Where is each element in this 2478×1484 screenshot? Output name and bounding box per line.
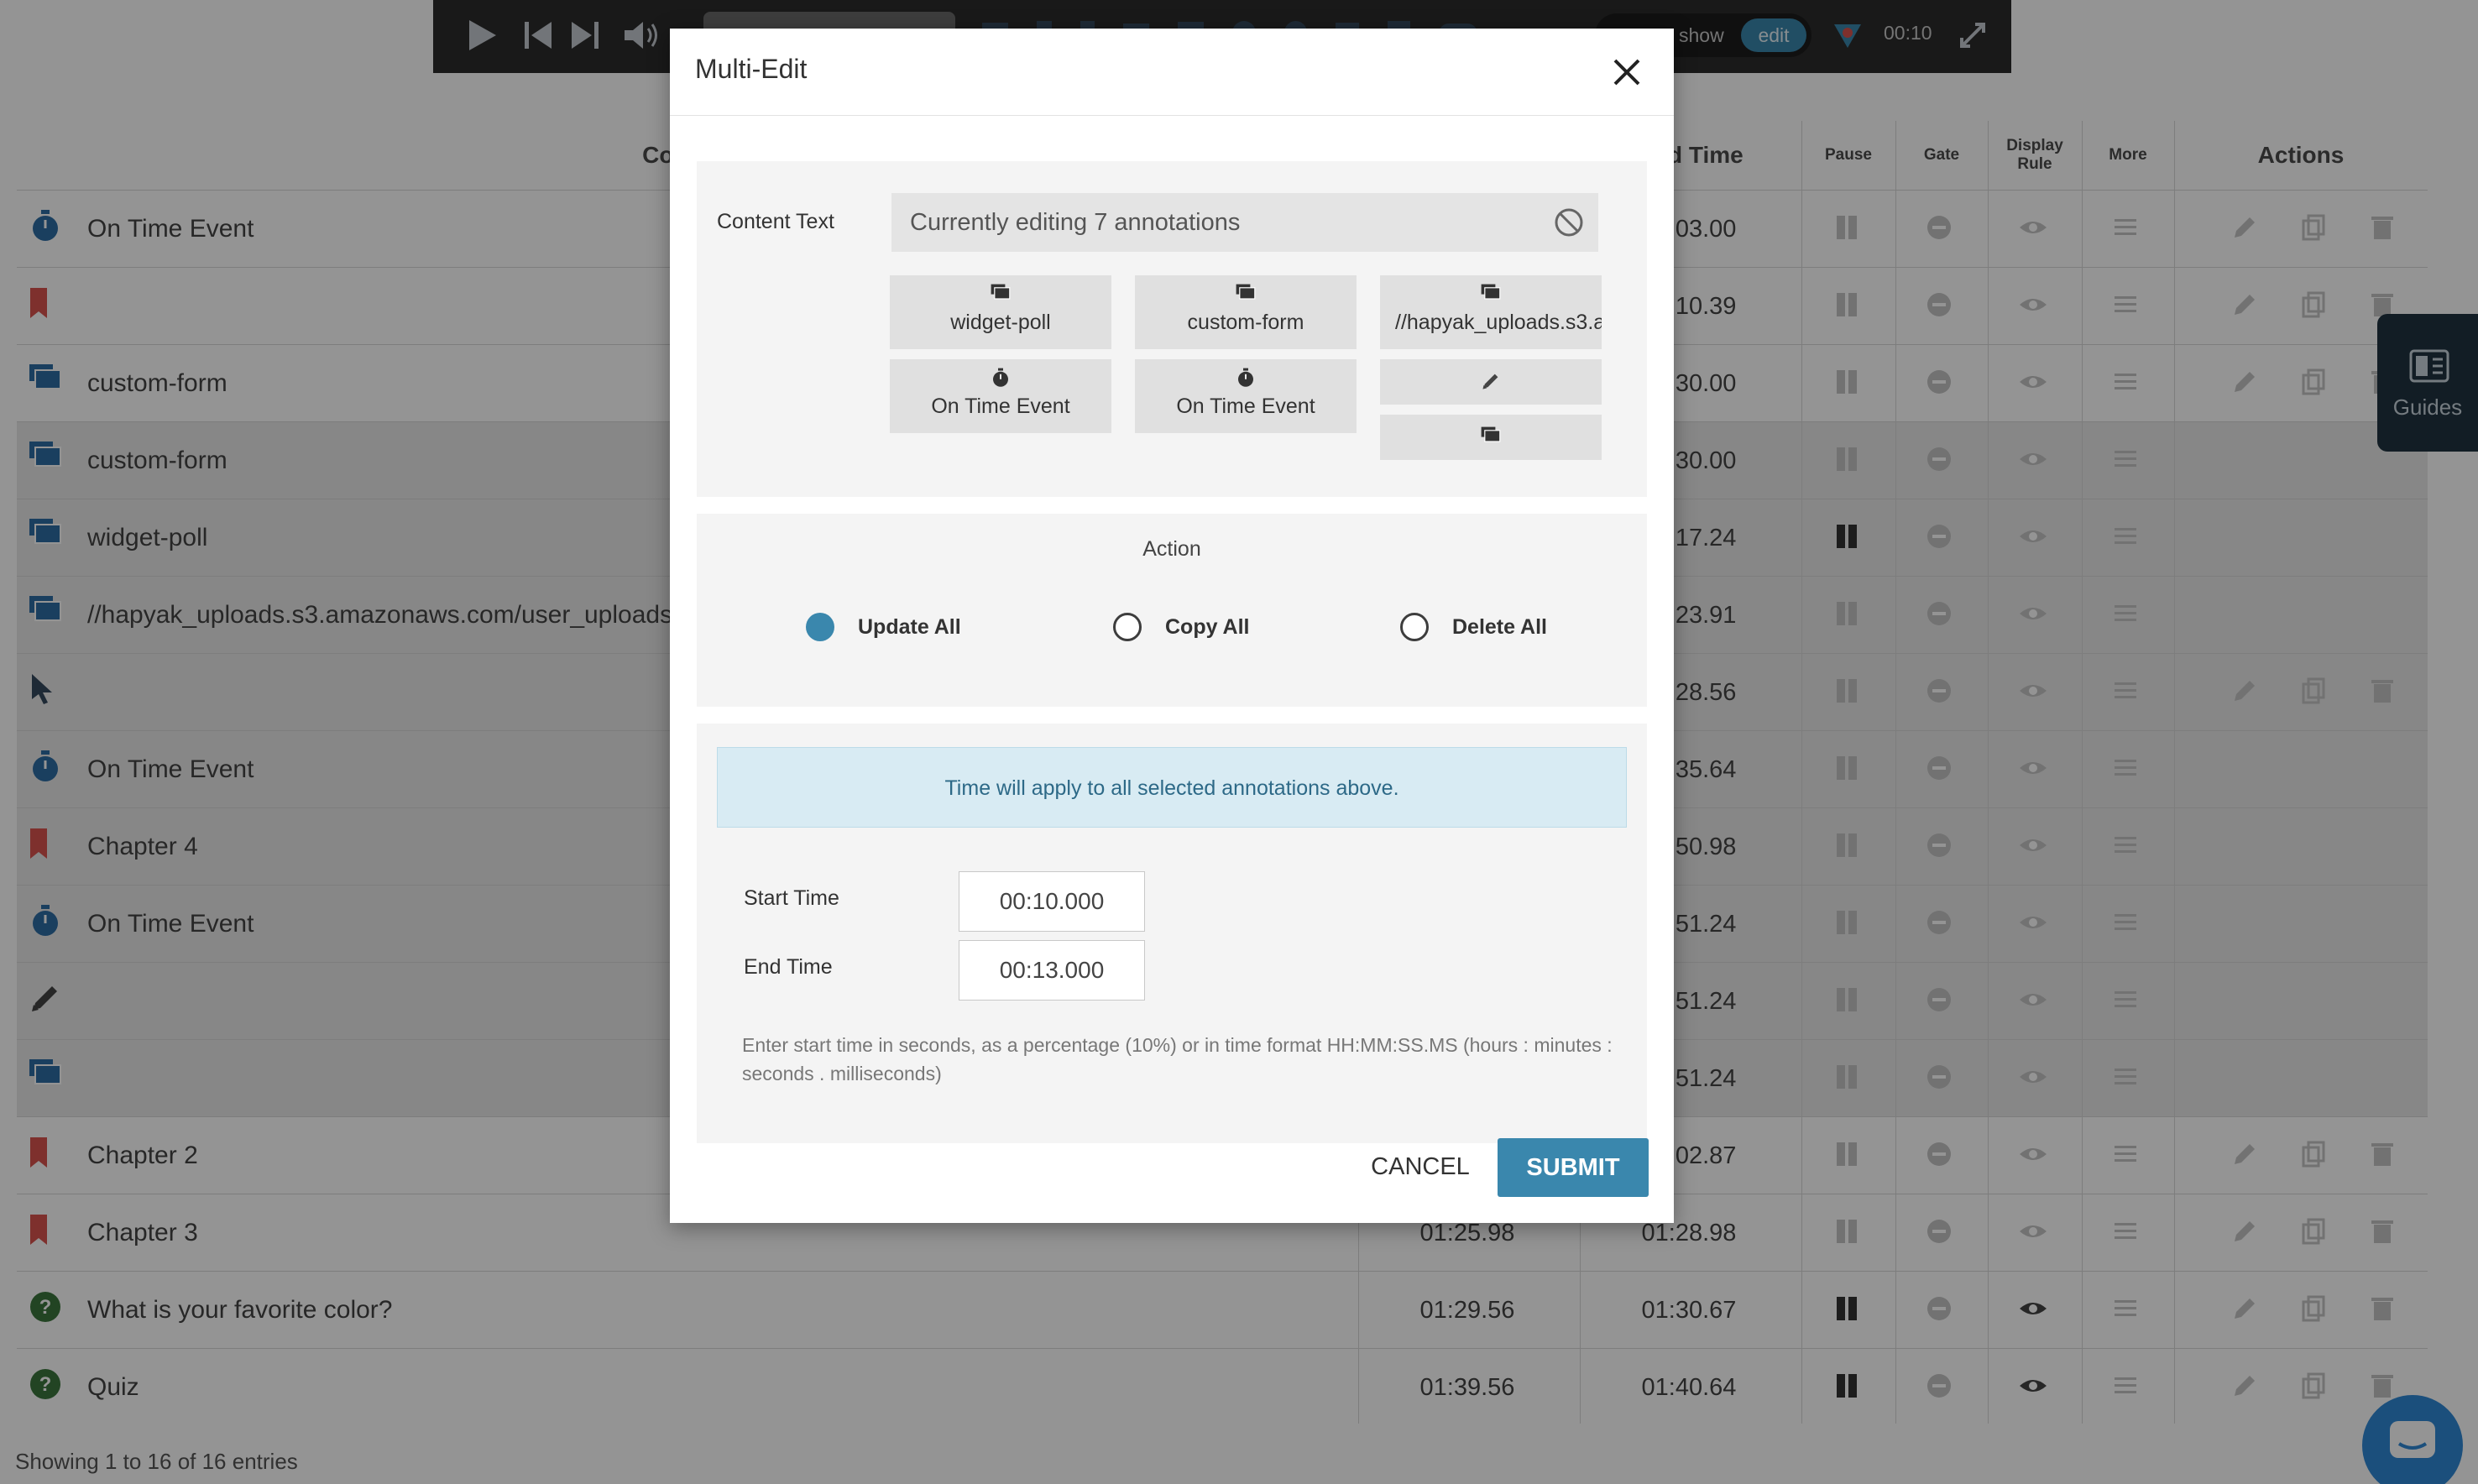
annotation-chip[interactable]: On Time Event xyxy=(890,359,1111,433)
annotation-chip-label: custom-form xyxy=(1187,311,1304,334)
timer-icon xyxy=(890,368,1111,389)
time-help-text: Enter start time in seconds, as a percen… xyxy=(742,1034,1613,1084)
annotation-chip-label xyxy=(1380,393,1602,398)
start-time-label: Start Time xyxy=(744,886,839,910)
annotation-chip-label xyxy=(1380,448,1602,453)
end-time-input[interactable]: 00:13.000 xyxy=(959,940,1145,1001)
close-icon[interactable] xyxy=(1607,52,1647,92)
annotation-chip-label: widget-poll xyxy=(950,311,1051,334)
pencil-icon xyxy=(1380,371,1602,393)
radio-button[interactable] xyxy=(806,613,834,641)
annotation-chip[interactable] xyxy=(1380,415,1602,460)
dialog-header: Multi-Edit xyxy=(670,29,1674,116)
radio-label: Update All xyxy=(858,614,961,639)
cancel-button[interactable]: CANCEL xyxy=(1370,1137,1471,1197)
clear-icon[interactable] xyxy=(1553,206,1585,238)
annotation-chip[interactable]: //hapyak_uploads.s3.amazonaws.com xyxy=(1380,275,1602,349)
annotation-chip[interactable]: custom-form xyxy=(1135,275,1357,349)
widget-icon xyxy=(890,284,1111,306)
submit-button[interactable]: SUBMIT xyxy=(1498,1138,1649,1197)
content-text-label: Content Text xyxy=(717,210,834,233)
radio-label: Copy All xyxy=(1165,614,1250,639)
widget-icon xyxy=(1380,426,1602,448)
widget-icon xyxy=(1135,284,1357,306)
annotation-chip-label: //hapyak_uploads.s3.amazonaws.com xyxy=(1395,311,1602,334)
time-info-alert: Time will apply to all selected annotati… xyxy=(717,747,1627,828)
annotation-chip[interactable] xyxy=(1380,359,1602,405)
multi-edit-dialog: Multi-Edit Content Text Currently editin… xyxy=(670,29,1674,1223)
radio-label: Delete All xyxy=(1452,614,1548,639)
radio-button[interactable] xyxy=(1400,613,1429,641)
content-text-placeholder: Currently editing 7 annotations xyxy=(910,209,1241,236)
end-time-label: End Time xyxy=(744,955,833,979)
content-text-field[interactable]: Currently editing 7 annotations xyxy=(891,193,1598,252)
timer-icon xyxy=(1135,368,1357,389)
annotation-chip[interactable]: widget-poll xyxy=(890,275,1111,349)
action-title: Action xyxy=(1142,537,1201,561)
start-time-input[interactable]: 00:10.000 xyxy=(959,871,1145,932)
action-radio-option[interactable]: Delete All xyxy=(1400,606,1547,648)
annotation-chip[interactable]: On Time Event xyxy=(1135,359,1357,433)
widget-icon xyxy=(1380,284,1602,306)
annotation-chip-label: On Time Event xyxy=(1176,395,1315,418)
radio-button[interactable] xyxy=(1113,613,1142,641)
annotation-chip-label: On Time Event xyxy=(931,395,1070,418)
action-radio-option[interactable]: Update All xyxy=(806,606,961,648)
dialog-title: Multi-Edit xyxy=(695,54,808,84)
action-radio-option[interactable]: Copy All xyxy=(1113,606,1249,648)
